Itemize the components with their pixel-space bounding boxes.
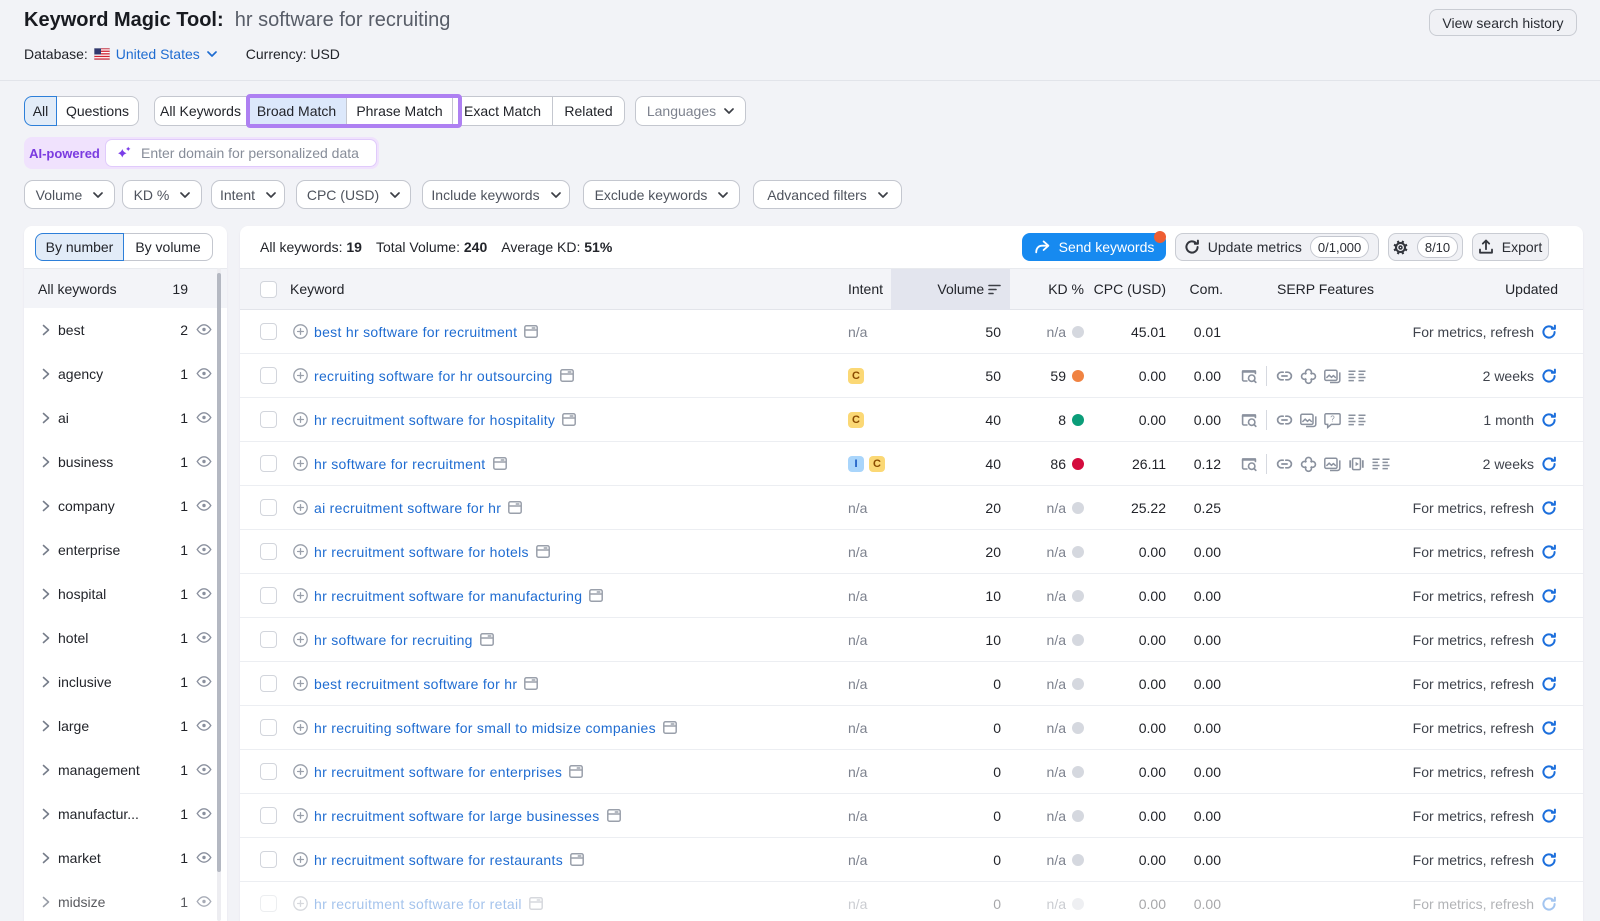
svg-text:?: ? bbox=[1330, 414, 1335, 423]
